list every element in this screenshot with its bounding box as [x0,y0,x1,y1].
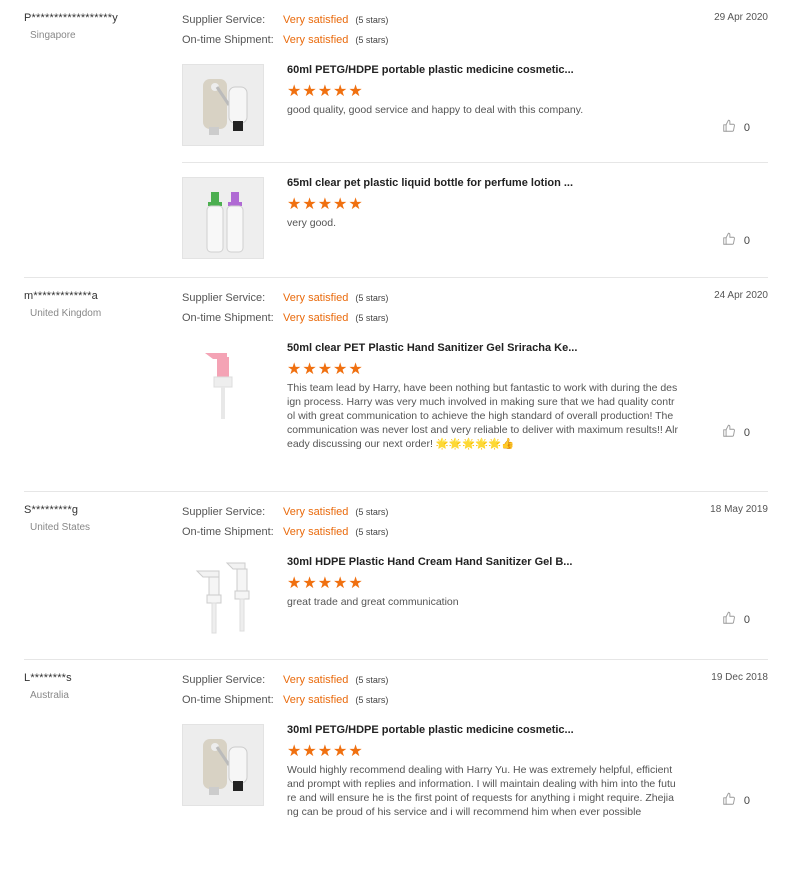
supplier-service-row: Supplier Service: Very satisfied (5 stars) [182,10,768,30]
thumbs-up-icon [722,611,744,628]
review-date: 29 Apr 2020 [714,12,768,23]
star-rating: ★★★★★ [287,743,364,760]
star-rating: ★★★★★ [287,361,364,378]
review-comment: Would highly recommend dealing with Harr… [287,764,676,818]
reviewed-product: 30ml HDPE Plastic Hand Cream Hand Saniti… [182,542,768,654]
thumbs-up-icon [722,792,744,809]
review-body: Supplier Service: Very satisfied (5 stars)… [182,278,768,467]
supplier-service-row: Supplier Service: Very satisfied (5 stars) [182,670,768,690]
reviews-list: P******************y Singapore 29 Apr 2020… [0,0,790,872]
shipment-label: On-time Shipment: [182,312,274,324]
review-item: P******************y Singapore 29 Apr 2020… [24,0,768,278]
review-body: Supplier Service: Very satisfied (5 stars)… [182,492,768,654]
shipment-label: On-time Shipment: [182,526,274,538]
shipment-row: On-time Shipment: Very satisfied (5 stars) [182,30,768,50]
like-button[interactable]: 0 [722,119,750,136]
like-count: 0 [743,426,750,439]
shipment-row: On-time Shipment: Very satisfied (5 stars) [182,522,768,542]
product-title-link[interactable]: 50ml clear PET Plastic Hand Sanitizer Ge… [287,342,679,358]
reviewed-product: 30ml PETG/HDPE portable plastic medicine… [182,710,768,835]
like-count: 0 [743,121,750,134]
review-body: Supplier Service: Very satisfied (5 stars)… [182,0,768,275]
supplier-service-stars: (5 stars) [355,15,389,25]
like-count: 0 [743,794,750,807]
review-date: 19 Dec 2018 [711,672,768,683]
like-button[interactable]: 0 [722,424,750,441]
review-body: Supplier Service: Very satisfied (5 stars)… [182,660,768,835]
buyer-name: L********s [24,672,72,684]
buyer-info: S*********g United States [24,504,174,533]
reviewed-product: 60ml PETG/HDPE portable plastic medicine… [182,50,768,162]
review-item: L********s Australia 19 Dec 2018 Supplier S… [24,660,768,872]
product-image[interactable] [182,177,264,259]
review-item: S*********g United States 18 May 2019 Suppl… [24,492,768,660]
buyer-name: m*************a [24,290,98,302]
supplier-service-value: Very satisfied [283,292,349,304]
buyer-country: Australia [30,690,69,701]
shipment-label: On-time Shipment: [182,34,274,46]
review-comment: This team lead by Harry, have been nothi… [287,382,678,450]
product-title-link[interactable]: 60ml PETG/HDPE portable plastic medicine… [287,64,679,80]
reviewed-product: 50ml clear PET Plastic Hand Sanitizer Ge… [182,328,768,467]
shipment-row: On-time Shipment: Very satisfied (5 stars) [182,308,768,328]
supplier-service-row: Supplier Service: Very satisfied (5 stars) [182,288,768,308]
review-comment: very good. [287,217,337,229]
shipment-label: On-time Shipment: [182,694,274,706]
like-count: 0 [743,613,750,626]
buyer-info: P******************y Singapore [24,12,174,41]
product-image[interactable] [182,724,264,806]
supplier-service-label: Supplier Service: [182,674,266,686]
product-image[interactable] [182,556,264,638]
shipment-value: Very satisfied [283,694,349,706]
star-rating: ★★★★★ [287,83,364,100]
buyer-country: United States [30,522,91,533]
shipment-value: Very satisfied [283,312,349,324]
star-rating: ★★★★★ [287,575,364,592]
buyer-country: United Kingdom [30,308,102,319]
product-title-link[interactable]: 65ml clear pet plastic liquid bottle for… [287,177,679,193]
like-count: 0 [743,234,750,247]
review-comment: good quality, good service and happy to … [287,104,584,116]
supplier-service-stars: (5 stars) [355,675,389,685]
review-date: 24 Apr 2020 [714,290,768,301]
buyer-name: P******************y [24,12,118,24]
shipment-row: On-time Shipment: Very satisfied (5 stars) [182,690,768,710]
buyer-info: m*************a United Kingdom [24,290,174,319]
shipment-stars: (5 stars) [355,527,389,537]
shipment-stars: (5 stars) [355,313,389,323]
supplier-service-label: Supplier Service: [182,506,266,518]
buyer-info: L********s Australia [24,672,174,701]
shipment-stars: (5 stars) [355,35,389,45]
review-date: 18 May 2019 [710,504,768,515]
shipment-stars: (5 stars) [355,695,389,705]
product-title-link[interactable]: 30ml PETG/HDPE portable plastic medicine… [287,724,679,740]
thumbs-up-icon [722,119,744,136]
supplier-service-value: Very satisfied [283,14,349,26]
supplier-service-stars: (5 stars) [355,293,389,303]
supplier-service-label: Supplier Service: [182,14,266,26]
supplier-service-value: Very satisfied [283,506,349,518]
shipment-value: Very satisfied [283,526,349,538]
thumbs-up-icon [722,232,744,249]
supplier-service-row: Supplier Service: Very satisfied (5 stars) [182,502,768,522]
supplier-service-stars: (5 stars) [355,507,389,517]
like-button[interactable]: 0 [722,232,750,249]
product-title-link[interactable]: 30ml HDPE Plastic Hand Cream Hand Saniti… [287,556,679,572]
buyer-country: Singapore [30,30,76,41]
thumbs-up-icon [722,424,744,441]
product-image[interactable] [182,342,264,424]
supplier-service-value: Very satisfied [283,674,349,686]
reviewed-product: 65ml clear pet plastic liquid bottle for… [182,162,768,275]
shipment-value: Very satisfied [283,34,349,46]
like-button[interactable]: 0 [722,611,750,628]
review-item: m*************a United Kingdom 24 Apr 2020… [24,278,768,492]
review-comment: great trade and great communication [287,596,459,608]
product-image[interactable] [182,64,264,146]
like-button[interactable]: 0 [722,792,750,809]
supplier-service-label: Supplier Service: [182,292,266,304]
star-rating: ★★★★★ [287,196,364,213]
buyer-name: S*********g [24,504,79,516]
